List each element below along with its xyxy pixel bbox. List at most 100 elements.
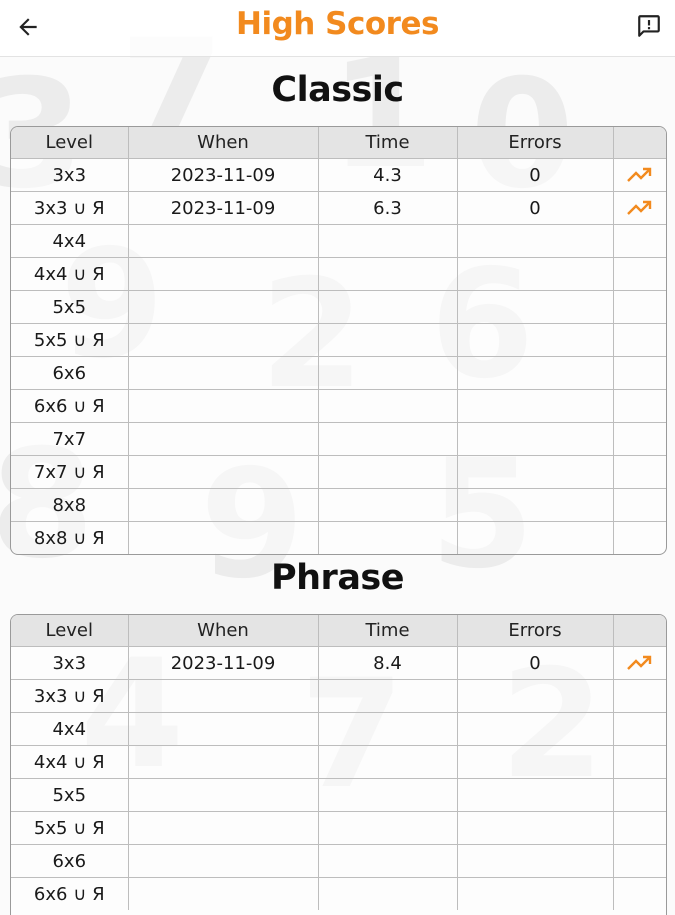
time-cell: [317, 488, 458, 522]
level-cell: 6x6 ∪ Я: [11, 877, 129, 910]
time-cell: [317, 224, 458, 258]
section-title-phrase: Phrase: [270, 558, 405, 598]
when-cell: [127, 778, 319, 812]
trend-cell[interactable]: [612, 646, 667, 680]
errors-cell: [456, 422, 614, 456]
table-row: 3x3 2023-11-09 8.4 0: [11, 646, 667, 680]
errors-cell: [456, 488, 614, 522]
errors-cell: [456, 811, 614, 845]
table-row: 4x4: [11, 224, 666, 258]
trending-up-icon: [626, 200, 651, 215]
column-header-errors: Errors: [456, 127, 614, 159]
trend-cell: [612, 521, 666, 554]
trend-cell: [612, 290, 666, 324]
level-cell: 6x6: [11, 844, 129, 878]
when-cell: [127, 745, 319, 779]
page-title: High Scores: [236, 6, 439, 42]
top-app-bar: High Scores: [0, 0, 675, 57]
column-header-trend: [612, 127, 666, 159]
time-cell: [317, 521, 458, 554]
errors-cell: 0: [456, 191, 614, 225]
when-cell: 2023-11-09: [127, 158, 319, 192]
table-row: 8x8 ∪ Я: [11, 521, 666, 554]
trend-cell[interactable]: [612, 191, 667, 225]
when-cell: [127, 877, 319, 910]
time-cell: [317, 712, 458, 746]
when-cell: [127, 422, 319, 456]
when-cell: 2023-11-09: [127, 191, 319, 225]
table-row: 5x5: [11, 290, 666, 324]
when-cell: [127, 679, 319, 713]
errors-cell: [456, 877, 614, 910]
time-cell: [317, 356, 458, 390]
table-row: 6x6: [11, 844, 666, 878]
time-cell: [317, 389, 458, 423]
level-cell: 3x3: [11, 158, 129, 192]
column-header-time: Time: [317, 615, 458, 647]
errors-cell: [456, 679, 614, 713]
section-title-classic: Classic: [271, 70, 404, 110]
level-cell: 7x7: [11, 422, 129, 456]
when-cell: [127, 257, 319, 291]
level-cell: 4x4 ∪ Я: [11, 745, 129, 779]
table-row: 4x4 ∪ Я: [11, 745, 666, 779]
table-row: 3x3 2023-11-09 4.3 0: [11, 158, 667, 192]
table-row: 8x8: [11, 488, 666, 522]
time-cell: [317, 290, 458, 324]
when-cell: 2023-11-09: [127, 646, 319, 680]
table-row: 5x5: [11, 778, 666, 812]
trend-cell: [612, 811, 666, 845]
level-cell: 5x5 ∪ Я: [11, 323, 129, 357]
time-cell: 4.3: [317, 158, 458, 192]
when-cell: [127, 811, 319, 845]
errors-cell: 0: [456, 646, 614, 680]
column-header-time: Time: [317, 127, 458, 159]
feedback-button[interactable]: [631, 8, 667, 44]
when-cell: [127, 290, 319, 324]
trend-button[interactable]: [614, 166, 667, 184]
errors-cell: [456, 290, 614, 324]
column-header-errors: Errors: [456, 615, 614, 647]
errors-cell: [456, 521, 614, 554]
column-header-when: When: [127, 615, 319, 647]
column-header-level: Level: [11, 127, 129, 159]
errors-cell: [456, 356, 614, 390]
time-cell: 6.3: [317, 191, 458, 225]
when-cell: [127, 844, 319, 878]
errors-cell: [456, 455, 614, 489]
errors-cell: [456, 745, 614, 779]
trend-cell: [612, 679, 666, 713]
trend-cell: [612, 745, 666, 779]
when-cell: [127, 521, 319, 554]
level-cell: 4x4: [11, 224, 129, 258]
trend-cell: [612, 356, 666, 390]
time-cell: [317, 844, 458, 878]
when-cell: [127, 455, 319, 489]
level-cell: 3x3 ∪ Я: [11, 191, 129, 225]
level-cell: 3x3: [11, 646, 129, 680]
trend-cell: [612, 712, 666, 746]
errors-cell: [456, 778, 614, 812]
errors-cell: [456, 257, 614, 291]
phrase-scores-table: Level When Time Errors 3x3 2023-11-09 8.4 0 3x3…: [10, 614, 667, 915]
column-header-when: When: [127, 127, 319, 159]
time-cell: [317, 323, 458, 357]
table-row: 7x7: [11, 422, 666, 456]
trend-cell: [612, 389, 666, 423]
table-row: 4x4 ∪ Я: [11, 257, 666, 291]
trend-button[interactable]: [614, 199, 667, 217]
feedback-icon: [638, 15, 660, 37]
trending-up-icon: [626, 655, 651, 670]
when-cell: [127, 356, 319, 390]
time-cell: [317, 257, 458, 291]
level-cell: 6x6: [11, 356, 129, 390]
time-cell: [317, 679, 458, 713]
trend-cell: [612, 422, 666, 456]
errors-cell: [456, 712, 614, 746]
table-row: 5x5 ∪ Я: [11, 323, 666, 357]
trend-cell[interactable]: [612, 158, 667, 192]
classic-scores-table: Level When Time Errors 3x3 2023-11-09 4.3 0 3x3…: [10, 126, 667, 555]
table-row: 3x3 ∪ Я 2023-11-09 6.3 0: [11, 191, 667, 225]
when-cell: [127, 488, 319, 522]
trend-button[interactable]: [614, 654, 667, 672]
